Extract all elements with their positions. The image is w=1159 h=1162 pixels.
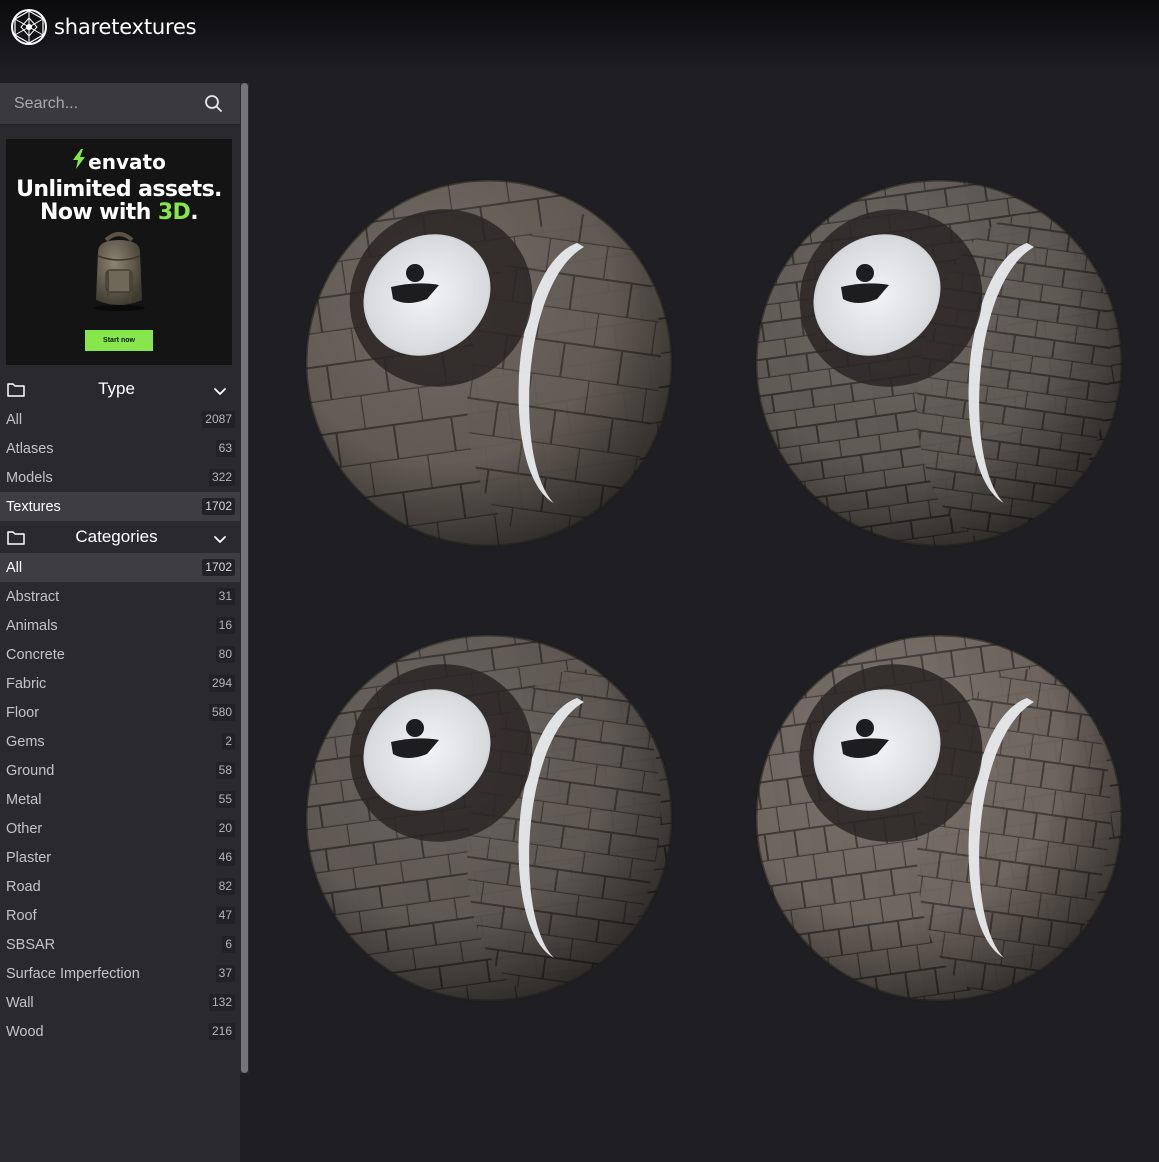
search-icon[interactable]	[204, 94, 223, 118]
count-badge: 132	[208, 994, 235, 1011]
sidebar-item-label: SBSAR	[6, 936, 56, 953]
start-now-button[interactable]: Start now	[85, 330, 153, 351]
texture-preview-sphere[interactable]	[749, 173, 1129, 558]
sidebar-item-label: All	[6, 559, 23, 576]
ad-headline-prefix: Now with	[40, 200, 158, 225]
ad-container: envato Unlimited assets. Now with 3D. St…	[0, 133, 240, 369]
type-section-title: Type	[98, 379, 135, 398]
sidebar-item-label: Animals	[6, 617, 58, 634]
count-badge: 216	[208, 1023, 235, 1040]
sidebar-item-label: Roof	[6, 907, 37, 924]
count-badge: 31	[215, 588, 235, 605]
sidebar-item-floor[interactable]: Floor 580	[0, 698, 240, 727]
count-badge: 80	[215, 646, 235, 663]
count-badge: 16	[215, 617, 235, 634]
sidebar-item-ground[interactable]: Ground 58	[0, 756, 240, 785]
sidebar-item-wall[interactable]: Wall 132	[0, 988, 240, 1017]
top-bar: sharetextures	[0, 0, 1159, 70]
ad-brand-text: envato	[88, 149, 166, 174]
sidebar-item-label: Floor	[6, 704, 40, 721]
sidebar-item-label: Models	[6, 469, 53, 486]
count-badge: 55	[215, 791, 235, 808]
sidebar-item-animals[interactable]: Animals 16	[0, 611, 240, 640]
sidebar-item-road[interactable]: Road 82	[0, 872, 240, 901]
count-badge: 2087	[202, 411, 235, 428]
ad-headline-suffix: .	[190, 200, 198, 225]
categories-section-header[interactable]: Categories	[0, 521, 240, 553]
count-badge: 63	[215, 440, 235, 457]
ad-headline-line2: Now with 3D.	[6, 201, 232, 224]
categories-section-title: Categories	[75, 527, 158, 546]
sidebar-item-label: Ground	[6, 762, 55, 779]
count-badge: 58	[215, 762, 235, 779]
sidebar-item-metal[interactable]: Metal 55	[0, 785, 240, 814]
sidebar-scrollbar-thumb[interactable]	[241, 83, 248, 1073]
sidebar-item-plaster[interactable]: Plaster 46	[0, 843, 240, 872]
sidebar-item-all[interactable]: All 1702	[0, 553, 240, 582]
sidebar-item-other[interactable]: Other 20	[0, 814, 240, 843]
sidebar-item-all[interactable]: All 2087	[0, 405, 240, 434]
sidebar-item-label: Metal	[6, 791, 42, 808]
sidebar-item-label: Abstract	[6, 588, 60, 605]
count-badge: 20	[215, 820, 235, 837]
envato-ad-banner[interactable]: envato Unlimited assets. Now with 3D. St…	[6, 139, 232, 365]
chevron-down-icon[interactable]	[213, 532, 227, 550]
ad-headline-line1: Unlimited assets.	[16, 177, 222, 202]
sidebar-item-surface-imperfection[interactable]: Surface Imperfection 37	[0, 959, 240, 988]
site-logo[interactable]: sharetextures	[10, 8, 197, 46]
sidebar-item-label: Textures	[6, 498, 61, 515]
sidebar-item-label: Surface Imperfection	[6, 965, 140, 982]
sidebar-item-models[interactable]: Models 322	[0, 463, 240, 492]
count-badge: 294	[208, 675, 235, 692]
ad-headline-accent: 3D	[157, 200, 191, 225]
count-badge: 46	[215, 849, 235, 866]
sidebar-item-label: All	[6, 411, 23, 428]
ad-brand: envato	[6, 149, 232, 174]
sidebar-item-sbsar[interactable]: SBSAR 6	[0, 930, 240, 959]
count-badge: 580	[208, 704, 235, 721]
texture-preview-sphere[interactable]	[299, 173, 679, 558]
backpack-image	[93, 232, 145, 311]
sidebar-item-abstract[interactable]: Abstract 31	[0, 582, 240, 611]
count-badge: 2	[222, 733, 235, 750]
sidebar-item-fabric[interactable]: Fabric 294	[0, 669, 240, 698]
sidebar-item-wood[interactable]: Wood 216	[0, 1017, 240, 1046]
bolt-icon	[72, 149, 86, 174]
sidebar-item-label: Road	[6, 878, 41, 895]
search-input[interactable]	[0, 83, 190, 124]
texture-preview-sphere[interactable]	[299, 628, 679, 1013]
chevron-down-icon[interactable]	[213, 384, 227, 402]
sidebar-item-label: Plaster	[6, 849, 52, 866]
count-badge: 47	[215, 907, 235, 924]
sidebar-item-label: Wall	[6, 994, 34, 1011]
sidebar-item-roof[interactable]: Roof 47	[0, 901, 240, 930]
count-badge: 1702	[202, 498, 235, 515]
sidebar-item-label: Fabric	[6, 675, 47, 692]
texture-preview-sphere[interactable]	[749, 628, 1129, 1013]
ad-headline: Unlimited assets. Now with 3D.	[6, 178, 232, 224]
sidebar-item-label: Concrete	[6, 646, 65, 663]
count-badge: 322	[208, 469, 235, 486]
count-badge: 6	[222, 936, 235, 953]
sidebar-item-label: Other	[6, 820, 43, 837]
sidebar: envato Unlimited assets. Now with 3D.	[0, 83, 240, 1162]
sidebar-item-label: Atlases	[6, 440, 54, 457]
sidebar-item-gems[interactable]: Gems 2	[0, 727, 240, 756]
texture-grid	[249, 83, 1159, 1162]
sidebar-item-atlases[interactable]: Atlases 63	[0, 434, 240, 463]
brand-name: sharetextures	[54, 15, 197, 39]
sidebar-item-concrete[interactable]: Concrete 80	[0, 640, 240, 669]
count-badge: 82	[215, 878, 235, 895]
count-badge: 37	[215, 965, 235, 982]
count-badge: 1702	[202, 559, 235, 576]
sidebar-item-label: Gems	[6, 733, 45, 750]
globe-logo-icon	[10, 8, 48, 46]
sidebar-item-textures[interactable]: Textures 1702	[0, 492, 240, 521]
type-section-header[interactable]: Type	[0, 373, 240, 405]
search-bar	[0, 83, 240, 125]
sidebar-item-label: Wood	[6, 1023, 44, 1040]
